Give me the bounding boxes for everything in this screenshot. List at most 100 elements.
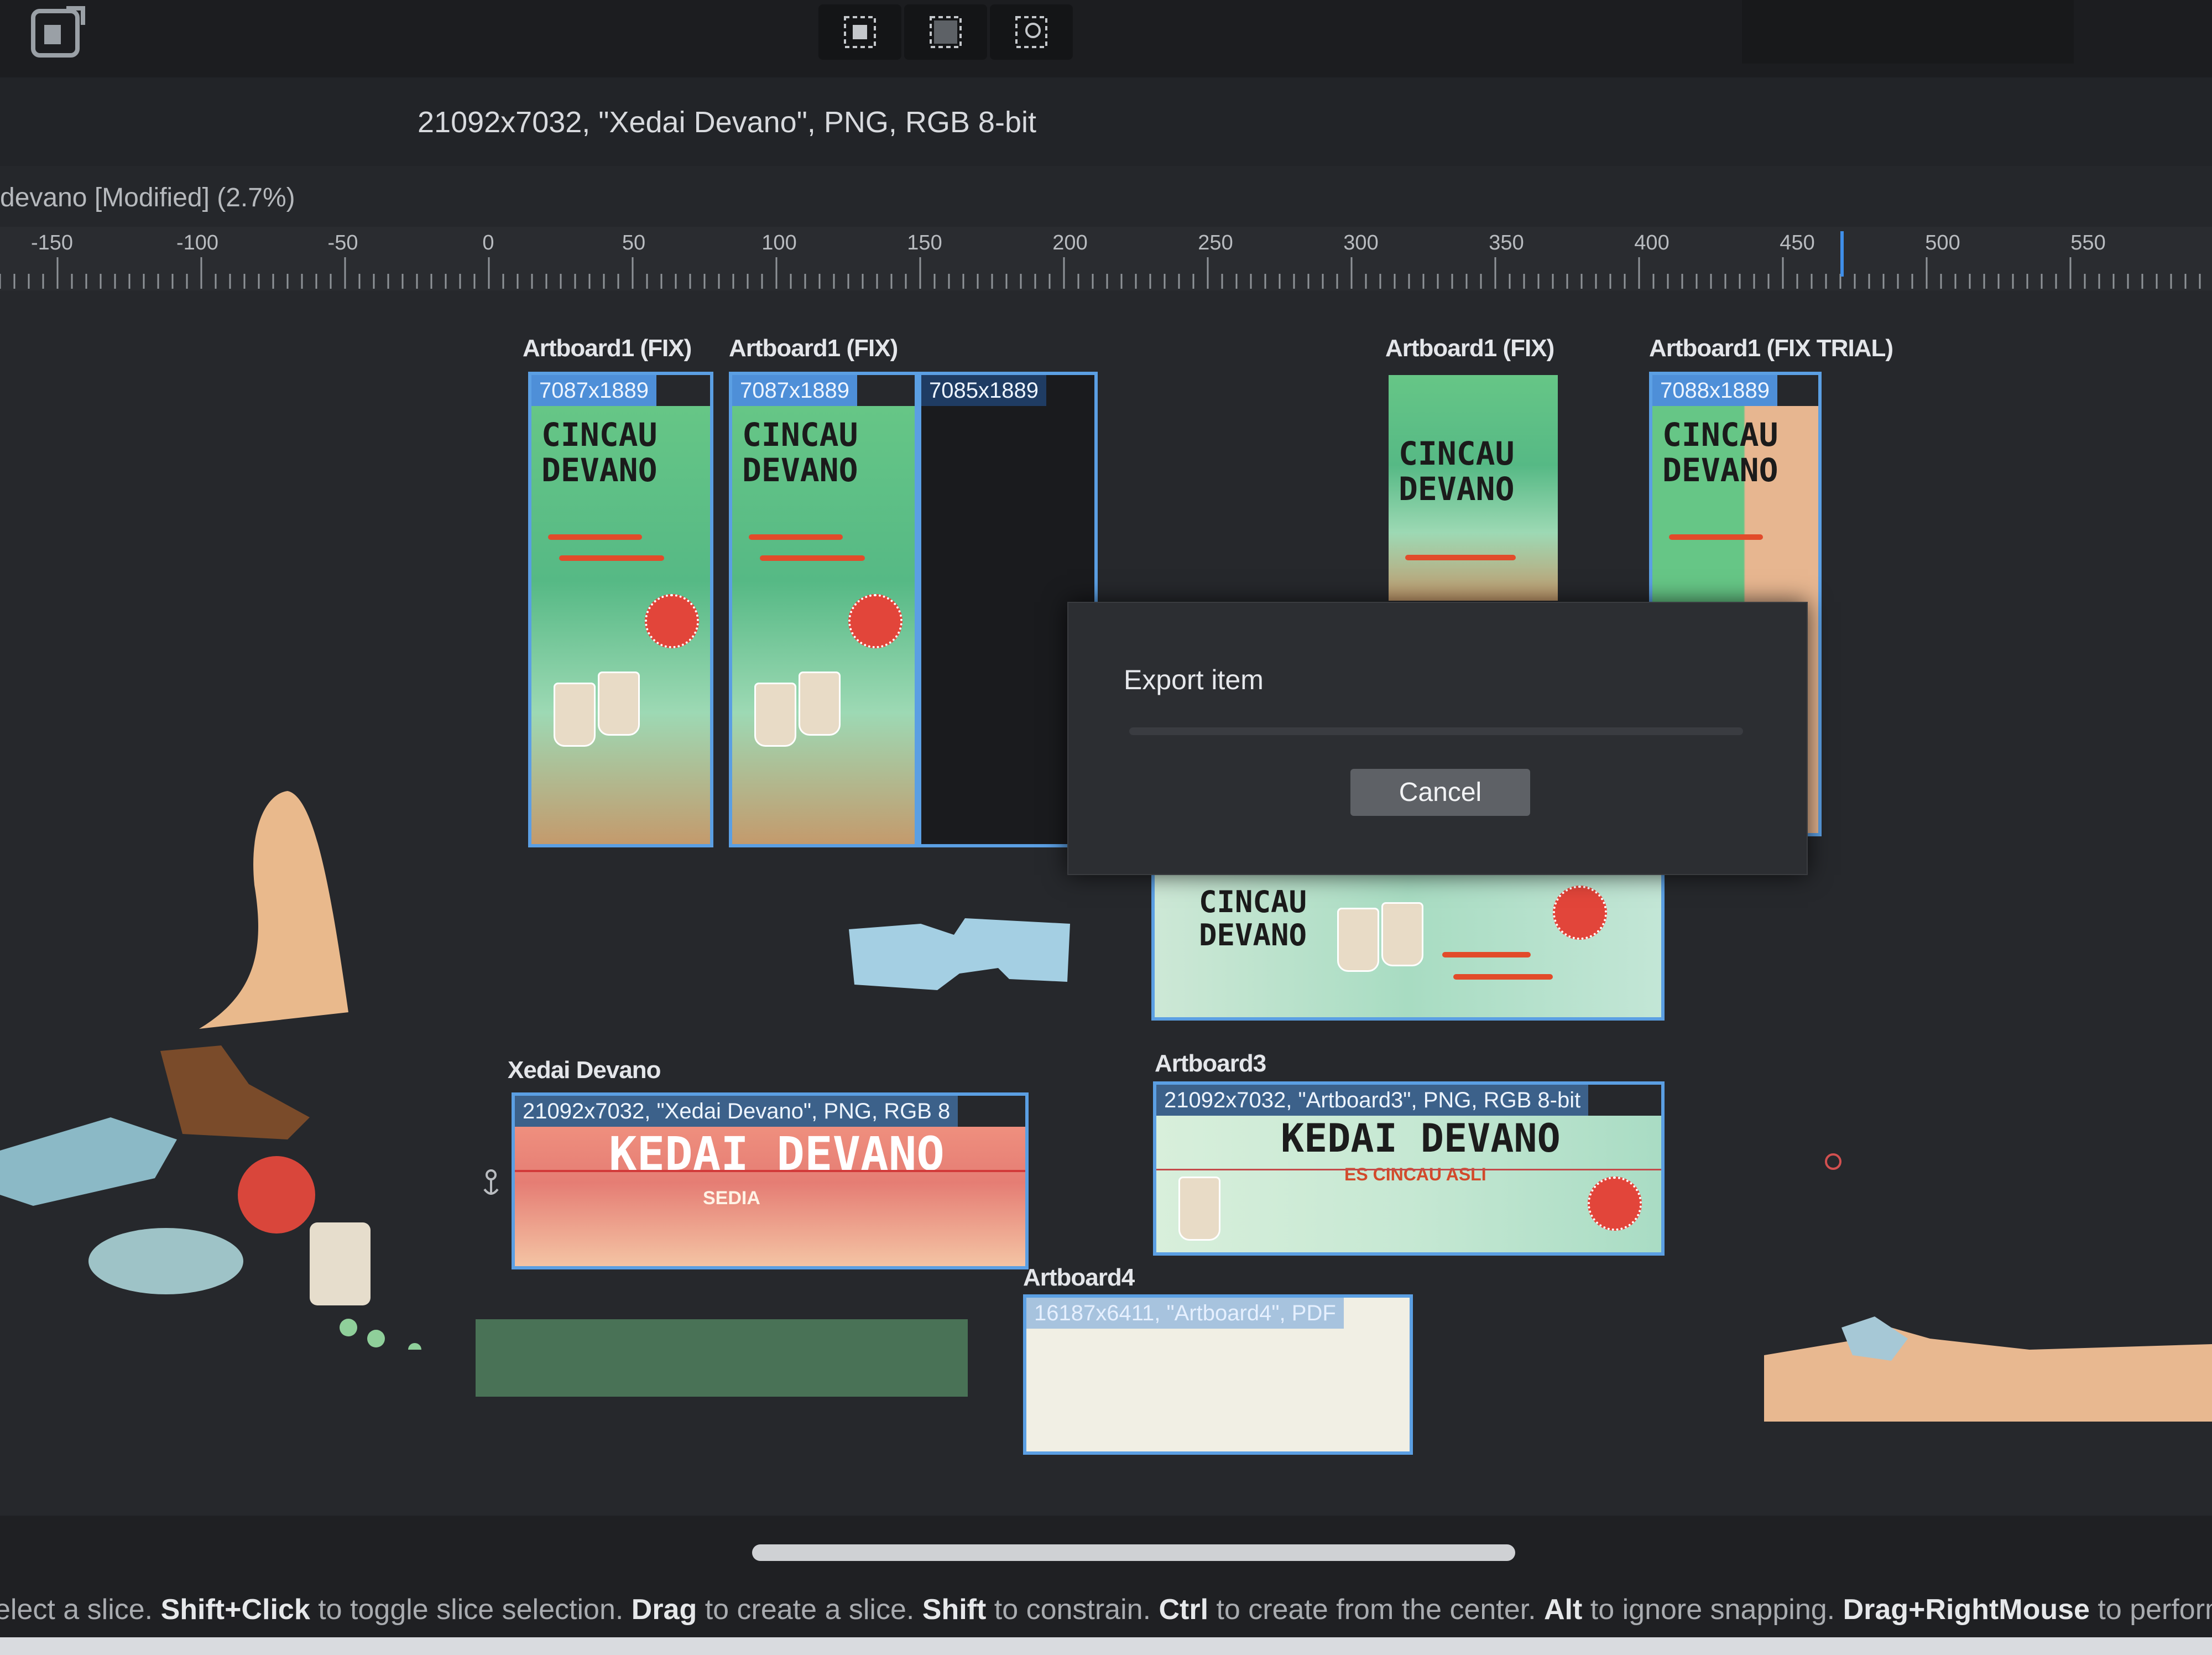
poster-image: CINCAU DEVANO (732, 406, 915, 844)
sand-shape[interactable] (1764, 1316, 2212, 1422)
drink-cup (554, 683, 596, 747)
banner-subtitle: ES CINCAU ASLI (1344, 1164, 1486, 1184)
poster-text-decoration (1405, 555, 1516, 560)
poster-image: KEDAI DEVANO ES CINCAU ASLI (1156, 1116, 1661, 1252)
dialog-title: Export item (1124, 664, 1264, 695)
artboard-title: Artboard1 (FIX) (1385, 335, 1554, 362)
hint-text: to perform ma (2098, 1594, 2212, 1626)
poster-badge (1553, 886, 1607, 940)
hint-text: elect a slice. (0, 1594, 161, 1626)
artboard3[interactable]: 21092x7032, "Artboard3", PNG, RGB 8-bit … (1153, 1081, 1665, 1256)
drink-cup (799, 672, 841, 736)
promo-banner[interactable]: CINCAU DEVANO (1151, 871, 1665, 1021)
artboard-title: Xedai Devano (508, 1057, 661, 1084)
ruler-label: 0 (482, 231, 494, 254)
context-bar (0, 77, 2212, 166)
poster-title-line2: DEVANO (1199, 918, 1307, 953)
ruler-label: 100 (761, 231, 797, 254)
taskbar (0, 1637, 2212, 1655)
ruler-label: -50 (327, 231, 358, 254)
drink-cup (1178, 1177, 1220, 1241)
cancel-button[interactable]: Cancel (1350, 769, 1530, 816)
artboard-2[interactable]: 7087x1889 CINCAU DEVANO (729, 372, 918, 847)
artboard-title: Artboard1 (FIX) (729, 335, 898, 362)
ruler-label: 400 (1634, 231, 1670, 254)
artboard-dimensions: 7087x1889 (531, 375, 656, 406)
poster-title-line1: CINCAU (541, 416, 658, 454)
artboard-dimensions: 16187x6411, "Artboard4", PDF (1026, 1298, 1344, 1329)
poster-text-decoration (1453, 974, 1553, 980)
artboard-dimensions: 7088x1889 (1652, 375, 1777, 406)
drink-cup (754, 683, 796, 747)
artboard-title: Artboard3 (1155, 1050, 1266, 1077)
guide-line (515, 1170, 1025, 1172)
artboard-dimensions: 7085x1889 (921, 375, 1046, 406)
poster-image: CINCAU DEVANO (1389, 375, 1558, 601)
poster-text-decoration (559, 555, 664, 561)
hint-text: to ignore snapping. (1582, 1594, 1843, 1626)
ruler-position-marker (1840, 231, 1844, 277)
artboard-title: Artboard4 (1023, 1264, 1135, 1291)
horizontal-scrollbar[interactable] (752, 1544, 1515, 1561)
decor-cluster[interactable] (0, 1040, 442, 1350)
horizontal-ruler[interactable]: -150 -100 -50 0 50 100 150 200 250 300 350 400 450 50… (0, 227, 2212, 292)
ruler-label: 350 (1489, 231, 1524, 254)
poster-image: CINCAU DEVANO (1155, 875, 1661, 1017)
ruler-label: 200 (1052, 231, 1088, 254)
poster-text-decoration (1442, 952, 1531, 957)
banner-heading: KEDAI DEVANO (1281, 1116, 1561, 1161)
hint-text: to create a slice. (697, 1594, 922, 1626)
poster-badge (645, 594, 699, 648)
document-tab[interactable]: devano [Modified] (2.7%) (0, 183, 295, 213)
top-toolbar (0, 0, 2212, 77)
hint-text: to toggle slice selection. (310, 1594, 632, 1626)
poster-title-line1: CINCAU (1399, 435, 1515, 472)
poster-title-line1: CINCAU (1199, 884, 1307, 919)
artboard4[interactable]: 16187x6411, "Artboard4", PDF (1023, 1294, 1413, 1455)
cream-shape[interactable] (188, 785, 354, 1034)
export-persona-icon[interactable] (28, 3, 94, 64)
slice-tool-icon[interactable] (818, 4, 901, 60)
artboard-dimensions: 21092x7032, "Xedai Devano", PNG, RGB 8 (515, 1096, 958, 1127)
poster-image: KEDAI DEVANO SEDIA (515, 1127, 1025, 1266)
ruler-label: -100 (176, 231, 219, 254)
slice-select-icon[interactable] (904, 4, 987, 60)
ruler-label: 250 (1198, 231, 1233, 254)
poster-title: CINCAU DEVANO (1399, 436, 1515, 507)
status-hint: elect a slice. Shift+Click to toggle sli… (0, 1593, 2212, 1626)
ruler-label: 150 (907, 231, 942, 254)
poster-title-line2: DEVANO (1662, 451, 1778, 489)
hint-text: to constrain. (986, 1594, 1159, 1626)
poster-title: CINCAU DEVANO (742, 417, 858, 488)
poster-badge (848, 594, 902, 648)
hint-key: Drag+RightMouse (1843, 1594, 2090, 1626)
poster-title-line2: DEVANO (541, 451, 658, 489)
artboard-1[interactable]: 7087x1889 CINCAU DEVANO (528, 372, 713, 847)
anchor-icon[interactable] (480, 1167, 502, 1200)
ruler-label: -150 (30, 231, 74, 254)
poster-title: CINCAU DEVANO (1199, 886, 1307, 952)
hint-text: to create from the center. (1208, 1594, 1544, 1626)
poster-text-decoration (1669, 534, 1763, 540)
toolbar-right-panel (1742, 0, 2074, 64)
green-strip-shape[interactable] (476, 1319, 968, 1397)
guide-endpoint[interactable] (1825, 1153, 1841, 1170)
poster-text-decoration (548, 534, 642, 540)
artboard-title: Artboard1 (FIX) (523, 335, 692, 362)
hint-key: Alt (1544, 1594, 1583, 1626)
guide-line (1156, 1169, 1661, 1170)
artboard-dimensions: 7087x1889 (732, 375, 857, 406)
poster-title: CINCAU DEVANO (1662, 417, 1778, 488)
ice-shape[interactable] (843, 913, 1076, 996)
poster-title-line1: CINCAU (1662, 416, 1778, 454)
artboard-4[interactable]: CINCAU DEVANO (1385, 372, 1561, 604)
xedai-devano-artboard[interactable]: 21092x7032, "Xedai Devano", PNG, RGB 8 K… (512, 1092, 1029, 1269)
export-progress-bar (1129, 727, 1743, 735)
export-options-icon[interactable] (990, 4, 1073, 60)
drink-cup (1381, 902, 1423, 966)
drink-cup (1337, 908, 1379, 972)
hint-key: Drag (631, 1594, 697, 1626)
ruler-label: 550 (2070, 231, 2106, 254)
hint-key: Shift+Click (160, 1594, 310, 1626)
poster-title-line2: DEVANO (1399, 470, 1515, 508)
